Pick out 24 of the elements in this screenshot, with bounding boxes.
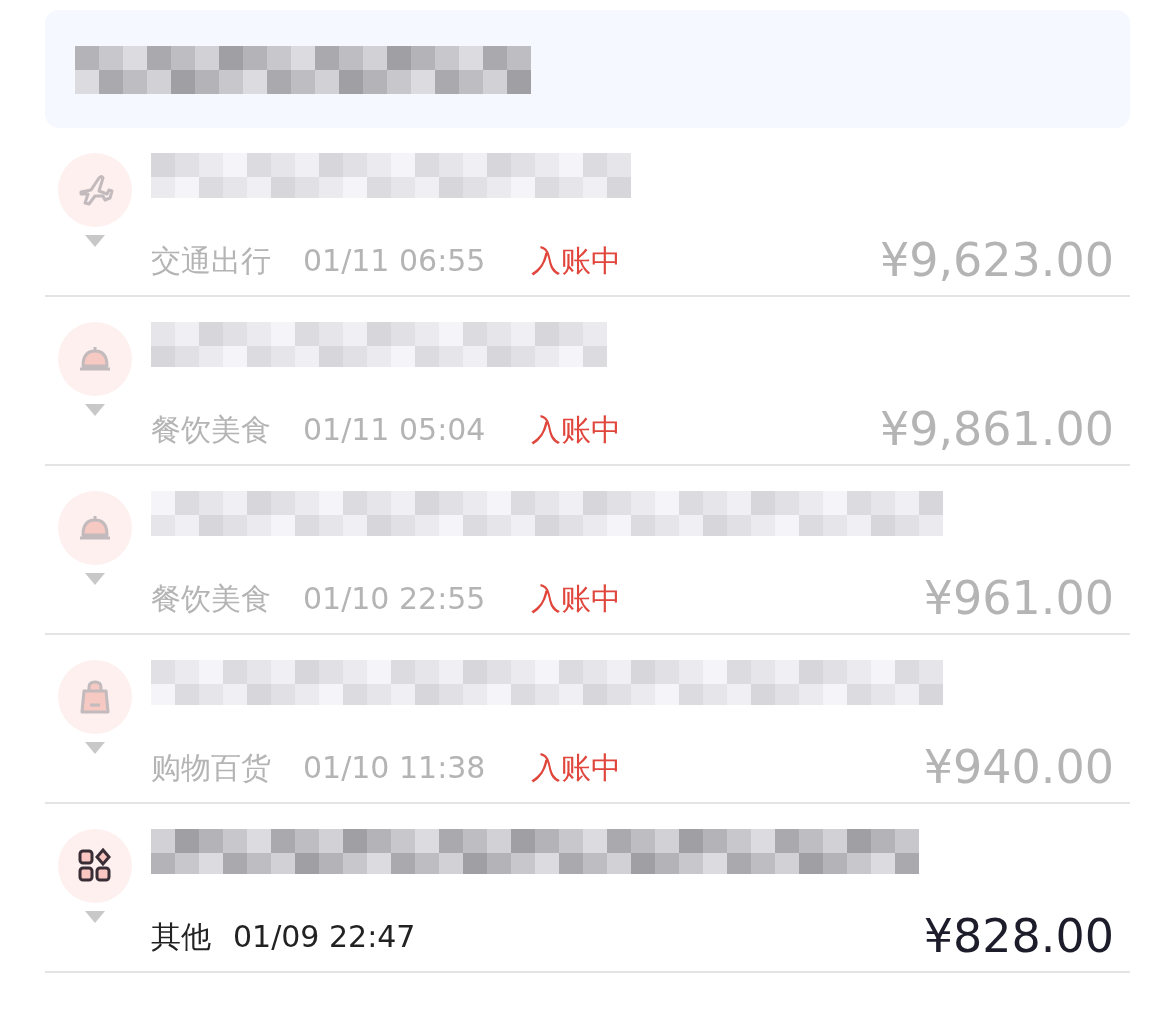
category-label: 餐饮美食 [151,580,271,618]
category-label: 餐饮美食 [151,411,271,449]
transaction-time: 01/11 05:04 [303,411,486,449]
category-label: 交通出行 [151,242,271,280]
caret-icon[interactable] [85,742,105,754]
transaction-time: 01/11 06:55 [303,242,486,280]
transaction-time: 01/09 22:47 [233,918,416,956]
amount: ¥961.00 [923,570,1114,627]
status-label: 入账中 [531,242,622,280]
caret-icon[interactable] [85,404,105,416]
amount: ¥9,623.00 [879,232,1114,289]
transaction-time: 01/10 11:38 [303,749,486,787]
status-label: 入账中 [531,749,622,787]
status-label: 入账中 [531,580,622,618]
amount: ¥940.00 [923,739,1114,796]
caret-icon[interactable] [85,235,105,247]
amount: ¥9,861.00 [879,401,1114,458]
amount: ¥828.00 [923,908,1114,965]
caret-icon[interactable] [85,911,105,923]
transaction-time: 01/10 22:55 [303,580,486,618]
category-label: 购物百货 [151,749,271,787]
category-label: 其他 [151,918,211,956]
status-label: 入账中 [531,411,622,449]
caret-icon[interactable] [85,573,105,585]
